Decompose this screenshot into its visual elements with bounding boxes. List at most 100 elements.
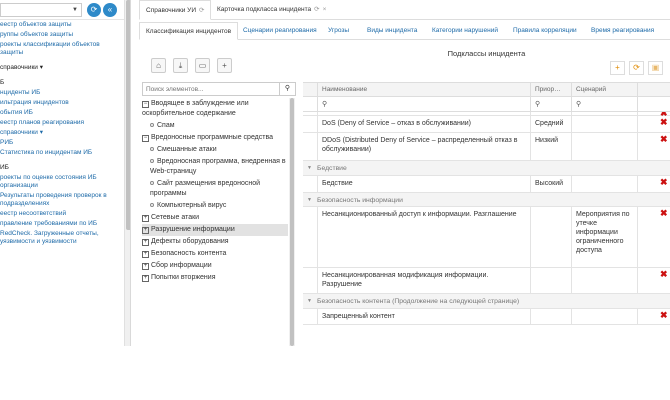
reload-icon[interactable]: ⟳: [314, 6, 319, 13]
group-row[interactable]: ▼ Безопасность информации: [303, 193, 670, 207]
cell-scenario: [571, 116, 637, 132]
group-row[interactable]: ▼ Бедствие: [303, 161, 670, 176]
collapse-group-icon[interactable]: ▼: [307, 164, 312, 173]
table-row[interactable]: Несанкционированная модификация информац…: [303, 268, 670, 294]
nav-item[interactable]: справочники ▾: [0, 128, 124, 138]
tab-threats[interactable]: Угрозы: [322, 22, 355, 40]
expand-icon[interactable]: +: [142, 239, 149, 246]
tab-correlation-rules[interactable]: Правила корреляции: [507, 22, 583, 40]
nav-item[interactable]: ИБ: [0, 163, 124, 173]
filter-name[interactable]: ⚲: [317, 97, 530, 111]
top-tabs: Справочники УИ ⟳ Карточка подкласса инцид…: [139, 0, 670, 20]
tab-response-time[interactable]: Время реагирования: [585, 22, 660, 40]
tree-node[interactable]: − Вредоносные программные средства: [142, 132, 288, 144]
scrollbar-thumb[interactable]: [126, 0, 130, 230]
tree-node[interactable]: Компьютерный вирус: [142, 200, 288, 212]
left-nav-toolbar: ▼ ⟳ «: [0, 0, 130, 20]
open-folder-button[interactable]: ▭: [195, 58, 210, 73]
collapse-icon[interactable]: −: [142, 101, 149, 108]
tree-node[interactable]: + Попытки вторжения: [142, 272, 288, 284]
table-row[interactable]: Бедствие Высокий ✖: [303, 176, 670, 193]
tree-node[interactable]: Вредоносная программа, внедренная в Web-…: [142, 156, 288, 178]
nav-item[interactable]: правление требованиями по ИБ: [0, 219, 124, 229]
nav-item[interactable]: еестр несоответствий: [0, 209, 124, 219]
grid-header: Наименование Приор… Сценарий: [303, 82, 670, 97]
delete-icon[interactable]: ✖: [660, 118, 670, 127]
collapse-nav-button[interactable]: «: [103, 3, 117, 17]
left-nav-scrollbar[interactable]: [124, 0, 130, 346]
tree-search-button[interactable]: ⚲: [279, 83, 295, 95]
tab-reference-books[interactable]: Справочники УИ ⟳: [139, 0, 212, 20]
tab-incident-classification[interactable]: Классификация инцидентов: [139, 22, 239, 40]
nav-item[interactable]: еестр планов реагирования: [0, 118, 124, 128]
download-button[interactable]: ⤓: [173, 58, 188, 73]
delete-icon[interactable]: ✖: [660, 311, 670, 320]
nav-item[interactable]: Результаты проведения проверок в подразд…: [0, 191, 124, 209]
nav-item[interactable]: РИБ: [0, 138, 124, 148]
filter-priority[interactable]: ⚲: [530, 97, 571, 111]
table-row[interactable]: Запрещенный контент ✖: [303, 309, 670, 325]
nav-item[interactable]: RedCheck. Загруженные отчеты, уязвимости…: [0, 229, 124, 247]
delete-icon[interactable]: ✖: [660, 209, 670, 218]
tree-node-label: Вводящее в заблуждение или оскорбительно…: [142, 100, 249, 117]
tree-node[interactable]: Смешанные атаки: [142, 144, 288, 156]
nav-item[interactable]: обытия ИБ: [0, 108, 124, 118]
tree-node[interactable]: + Сбор информации: [142, 260, 288, 272]
column-header-name[interactable]: Наименование: [317, 83, 530, 96]
nav-item[interactable]: еестр объектов защиты: [0, 20, 124, 30]
add-node-button[interactable]: +: [217, 58, 232, 73]
nav-item[interactable]: роекты по оценке состояния ИБ организаци…: [0, 173, 124, 191]
tree-node[interactable]: + Дефекты оборудования: [142, 236, 288, 248]
nav-item[interactable]: ильтрация инцидентов: [0, 98, 124, 108]
save-button[interactable]: ▣: [648, 61, 663, 75]
tree-search-input[interactable]: [143, 83, 279, 95]
tree-node[interactable]: Спам: [142, 120, 288, 132]
expand-icon[interactable]: +: [142, 251, 149, 258]
tab-violation-categories[interactable]: Категории нарушений: [426, 22, 504, 40]
refresh-nav-button[interactable]: ⟳: [87, 3, 101, 17]
expand-icon[interactable]: +: [142, 215, 149, 222]
nav-item[interactable]: роекты классификации объектов защиты: [0, 40, 124, 58]
column-header-scenario[interactable]: Сценарий: [571, 83, 637, 96]
refresh-grid-button[interactable]: ⟳: [629, 61, 644, 75]
home-button[interactable]: ⌂: [151, 58, 166, 73]
collapse-group-icon[interactable]: ▼: [307, 196, 312, 205]
expand-icon[interactable]: +: [142, 275, 149, 282]
tab-label: Категории нарушений: [432, 27, 498, 34]
cell-priority: Высокий: [530, 176, 571, 192]
tab-response-scenarios[interactable]: Сценарии реагирования: [237, 22, 323, 40]
close-icon[interactable]: ×: [323, 6, 327, 13]
group-row[interactable]: ▼ Безопасность контента (Продолжение на с…: [303, 294, 670, 309]
tree-node[interactable]: − Вводящее в заблуждение или оскорбительн…: [142, 98, 288, 120]
delete-icon[interactable]: ✖: [660, 178, 670, 187]
delete-icon[interactable]: ✖: [660, 270, 670, 279]
tree-node[interactable]: Сайт размещения вредоносной программы: [142, 178, 288, 200]
cell-scenario: [571, 268, 637, 293]
nav-item[interactable]: справочники ▾: [0, 63, 124, 73]
table-row[interactable]: DDoS (Distributed Deny of Service – расп…: [303, 133, 670, 161]
collapse-icon[interactable]: −: [142, 135, 149, 142]
reload-icon[interactable]: ⟳: [199, 7, 204, 14]
delete-icon[interactable]: ✖: [660, 135, 670, 144]
column-header-priority[interactable]: Приор…: [530, 83, 571, 96]
expand-icon[interactable]: +: [142, 263, 149, 270]
nav-item[interactable]: нциденты ИБ: [0, 88, 124, 98]
tree-node[interactable]: + Сетевые атаки: [142, 212, 288, 224]
context-select[interactable]: ▼: [0, 3, 82, 17]
collapse-group-icon[interactable]: ▼: [307, 297, 312, 306]
tab-incident-subclass-card[interactable]: Карточка подкласса инцидента ⟳ ×: [211, 0, 332, 20]
nav-item[interactable]: Статистика по инцидентам ИБ: [0, 148, 124, 158]
scrollbar-thumb[interactable]: [290, 98, 294, 346]
nav-item[interactable]: руппы объектов защиты: [0, 30, 124, 40]
expand-icon[interactable]: +: [142, 227, 149, 234]
tree-node[interactable]: + Безопасность контента: [142, 248, 288, 260]
filter-scenario[interactable]: ⚲: [571, 97, 637, 111]
nav-item-label: справочники: [0, 129, 38, 136]
tree-node[interactable]: + Разрушение информации: [142, 224, 288, 236]
tree-scrollbar[interactable]: [289, 98, 295, 346]
table-row[interactable]: Несанкционированный доступ к информации.…: [303, 207, 670, 268]
nav-item[interactable]: Б: [0, 78, 124, 88]
add-row-button[interactable]: +: [610, 61, 625, 75]
table-row[interactable]: DoS (Deny of Service – отказ в обслужива…: [303, 116, 670, 133]
tab-incident-types[interactable]: Виды инцидента: [361, 22, 423, 40]
